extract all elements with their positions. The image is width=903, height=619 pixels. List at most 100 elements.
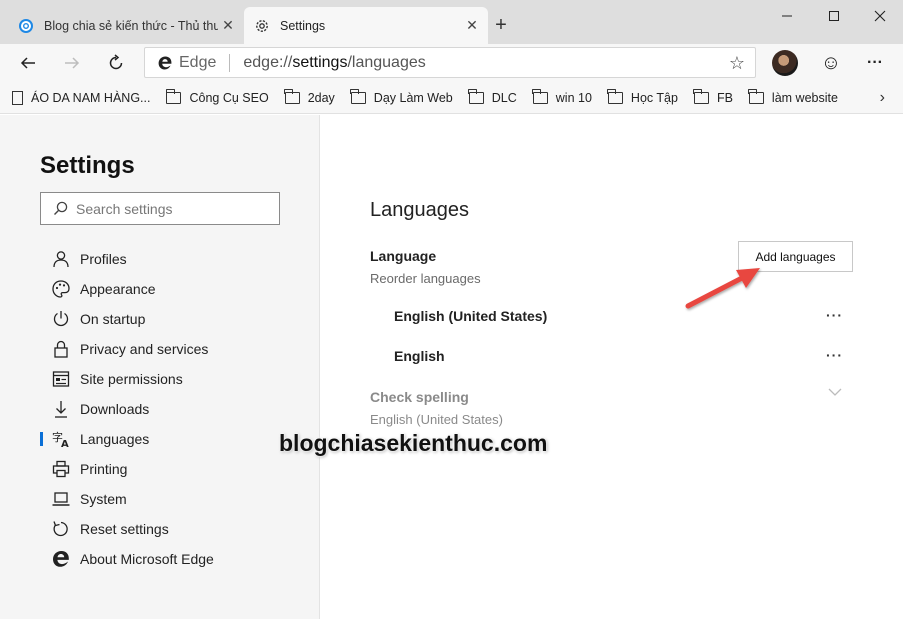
sidebar-item-label: Appearance [80, 281, 156, 297]
bookmark-label: làm website [771, 90, 838, 105]
close-icon [874, 10, 886, 22]
sidebar-item-downloads[interactable]: Downloads [40, 394, 300, 424]
bookmark-item[interactable]: Học Tập [607, 88, 678, 105]
bookmark-item[interactable]: ÁO DA NAM HÀNG... [12, 90, 150, 105]
search-icon [54, 201, 68, 215]
sidebar-item-languages[interactable]: 字 A Languages [40, 424, 300, 454]
settings-sidebar: Settings Search settings Profiles Appeara… [0, 115, 320, 619]
maximize-icon [829, 11, 839, 21]
svg-text:A: A [61, 439, 69, 449]
back-button[interactable] [14, 49, 42, 77]
chevron-down-icon[interactable] [828, 387, 842, 397]
tab-settings[interactable]: Settings ✕ [244, 7, 488, 44]
folder-icon [165, 88, 182, 104]
bookmark-item[interactable]: win 10 [532, 88, 592, 105]
sidebar-item-appearance[interactable]: Appearance [40, 274, 300, 304]
language-more-actions-button[interactable]: ··· [826, 347, 843, 363]
bookmark-label: FB [716, 90, 733, 105]
printer-icon [51, 459, 71, 479]
bookmark-label: 2day [307, 90, 335, 105]
tab-close-icon[interactable]: ✕ [218, 17, 238, 34]
sidebar-item-label: Languages [80, 431, 150, 447]
watermark-text: blogchiasekienthuc.com [279, 430, 548, 456]
power-icon [51, 309, 71, 329]
sidebar-item-label: On startup [80, 311, 146, 327]
edge-logo-icon [51, 549, 71, 569]
check-spelling-title[interactable]: Check spelling [370, 389, 469, 405]
sidebar-item-label: Downloads [80, 401, 150, 417]
sidebar-item-label: About Microsoft Edge [80, 551, 214, 567]
address-url: edge://settings/languages [243, 54, 425, 72]
bookmark-label: DLC [491, 90, 517, 105]
site-favicon-icon [19, 18, 33, 33]
favorites-bar: ÁO DA NAM HÀNG... Công Cụ SEO 2day Dạy Làm … [0, 82, 903, 114]
folder-icon [532, 88, 548, 104]
bookmark-label: Học Tập [630, 90, 678, 105]
edge-logo-icon [158, 56, 172, 69]
language-section-title: Language [370, 248, 437, 264]
laptop-icon [51, 489, 71, 509]
sidebar-item-label: Reset settings [80, 521, 169, 537]
folder-icon [748, 88, 764, 104]
sidebar-item-about-microsoft-edge[interactable]: About Microsoft Edge [40, 544, 300, 574]
bookmark-label: Dạy Làm Web [373, 90, 453, 105]
bookmark-item[interactable]: làm website [748, 88, 838, 105]
favorite-star-icon[interactable]: ☆ [729, 53, 745, 74]
folder-icon [693, 88, 709, 104]
check-spelling-language: English (United States) [370, 412, 503, 427]
page-title: Languages [370, 199, 469, 221]
tab-close-icon[interactable]: ✕ [462, 17, 482, 34]
sidebar-item-profiles[interactable]: Profiles [40, 244, 300, 274]
feedback-emoji-icon[interactable]: ☺ [817, 49, 845, 77]
sidebar-item-reset-settings[interactable]: Reset settings [40, 514, 300, 544]
tab-bar: Blog chia sẻ kiến thức - Thủ thuật ✕ Set… [0, 0, 903, 44]
refresh-button[interactable] [102, 49, 130, 77]
close-window-button[interactable] [857, 0, 903, 32]
more-menu-icon[interactable]: ··· [861, 49, 889, 77]
page-icon [12, 90, 23, 105]
bookmark-item[interactable]: DLC [468, 88, 517, 105]
folder-icon [284, 88, 300, 104]
folder-icon [607, 88, 623, 104]
language-item-english[interactable]: English [394, 348, 445, 364]
forward-button[interactable] [58, 49, 86, 77]
avatar[interactable] [772, 50, 798, 76]
bookmark-item[interactable]: Công Cụ SEO [165, 88, 269, 105]
sidebar-item-printing[interactable]: Printing [40, 454, 300, 484]
refresh-icon [109, 54, 123, 70]
url-scheme: edge:// [243, 53, 293, 71]
language-item-english-us[interactable]: English (United States) [394, 308, 547, 324]
sidebar-item-on-startup[interactable]: On startup [40, 304, 300, 334]
sidebar-item-site-permissions[interactable]: Site permissions [40, 364, 300, 394]
minimize-button[interactable] [764, 0, 810, 32]
sidebar-item-label: Site permissions [80, 371, 183, 387]
bookmark-item[interactable]: 2day [284, 88, 335, 105]
tab-blog[interactable]: Blog chia sẻ kiến thức - Thủ thuật ✕ [8, 7, 244, 44]
languages-panel: Languages Language Reorder languages Add… [321, 115, 903, 619]
address-brand: Edge [179, 53, 217, 71]
chevron-right-icon[interactable]: › [880, 89, 885, 107]
bookmark-item[interactable]: FB [693, 88, 733, 105]
language-more-actions-button[interactable]: ··· [826, 307, 843, 323]
search-placeholder: Search settings [76, 200, 173, 217]
palette-icon [51, 279, 71, 299]
address-bar[interactable]: Edge edge://settings/languages ☆ [144, 47, 756, 78]
folder-icon [468, 88, 484, 104]
sidebar-item-system[interactable]: System [40, 484, 300, 514]
bookmark-item[interactable]: Dạy Làm Web [350, 88, 453, 105]
reorder-languages-label: Reorder languages [370, 271, 481, 286]
site-permissions-icon [51, 369, 71, 389]
languages-icon: 字A [51, 429, 71, 449]
gear-icon [256, 19, 268, 32]
url-path: /languages [347, 53, 426, 71]
search-settings-input[interactable]: Search settings [40, 192, 280, 225]
annotation-arrow-icon [685, 268, 760, 309]
settings-nav: Profiles Appearance On startup Privacy and … [40, 244, 300, 574]
address-separator [229, 53, 231, 72]
sidebar-item-label: Printing [80, 461, 128, 477]
maximize-button[interactable] [811, 0, 857, 32]
url-host: settings [292, 53, 348, 71]
download-icon [51, 399, 71, 419]
new-tab-button[interactable]: + [490, 13, 512, 37]
sidebar-item-privacy-and-services[interactable]: Privacy and services [40, 334, 300, 364]
